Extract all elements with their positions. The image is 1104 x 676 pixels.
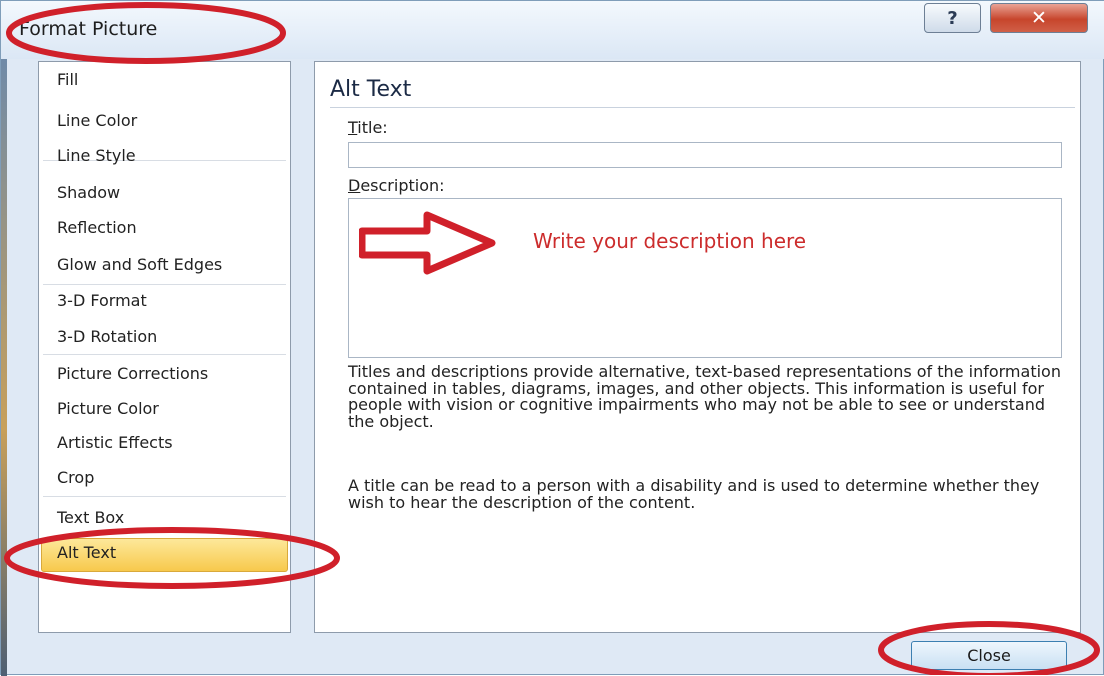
sidebar-item-text-box[interactable]: Text Box (57, 508, 124, 527)
sidebar-item-picture-color[interactable]: Picture Color (57, 399, 159, 418)
help-button[interactable]: ? (924, 3, 981, 33)
help-text-paragraph: A title can be read to a person with a d… (348, 476, 1040, 512)
format-picture-dialog: Format Picture ? ✕ Fill Line Color Line … (0, 0, 1104, 676)
page-title: Alt Text (330, 77, 412, 102)
sidebar-item-3d-format[interactable]: 3-D Format (57, 291, 147, 310)
dialog-title: Format Picture (19, 18, 158, 40)
background-image-edge (1, 59, 7, 676)
heading-divider (330, 107, 1075, 108)
close-button[interactable]: Close (911, 641, 1067, 670)
title-label-access-key: T (348, 118, 358, 137)
red-arrow-icon (359, 211, 496, 275)
help-text-paragraph: Titles and descriptions provide alternat… (348, 362, 1061, 431)
sidebar-item-line-color[interactable]: Line Color (57, 111, 137, 130)
category-list: Fill Line Color Line Style Shadow Reflec… (38, 61, 291, 633)
annotation-text: Write your description here (533, 229, 807, 253)
sidebar-item-reflection[interactable]: Reflection (57, 218, 137, 237)
sidebar-item-artistic-effects[interactable]: Artistic Effects (57, 433, 173, 452)
list-divider (43, 284, 286, 285)
title-label: Title: (348, 118, 388, 137)
close-x-icon: ✕ (1031, 7, 1047, 29)
description-label-access-key: D (348, 176, 361, 195)
window-close-button[interactable]: ✕ (990, 3, 1088, 33)
description-label-rest: escription: (360, 176, 445, 195)
sidebar-item-shadow[interactable]: Shadow (57, 183, 120, 202)
title-label-rest: itle: (357, 118, 388, 137)
sidebar-item-picture-corrections[interactable]: Picture Corrections (57, 364, 208, 383)
title-bar[interactable]: Format Picture ? ✕ (1, 1, 1104, 59)
description-label: Description: (348, 176, 445, 195)
sidebar-item-line-style[interactable]: Line Style (57, 146, 136, 165)
alt-text-panel: Alt Text Title: Description: Write your … (314, 61, 1081, 633)
list-divider (43, 496, 286, 497)
list-divider (43, 354, 286, 355)
sidebar-item-alt-text[interactable]: Alt Text (57, 543, 116, 562)
sidebar-item-3d-rotation[interactable]: 3-D Rotation (57, 327, 157, 346)
sidebar-item-fill[interactable]: Fill (57, 70, 78, 89)
help-question-icon: ? (947, 7, 958, 29)
sidebar-item-glow-soft-edges[interactable]: Glow and Soft Edges (57, 255, 222, 274)
title-input[interactable] (348, 142, 1062, 168)
sidebar-item-crop[interactable]: Crop (57, 468, 94, 487)
